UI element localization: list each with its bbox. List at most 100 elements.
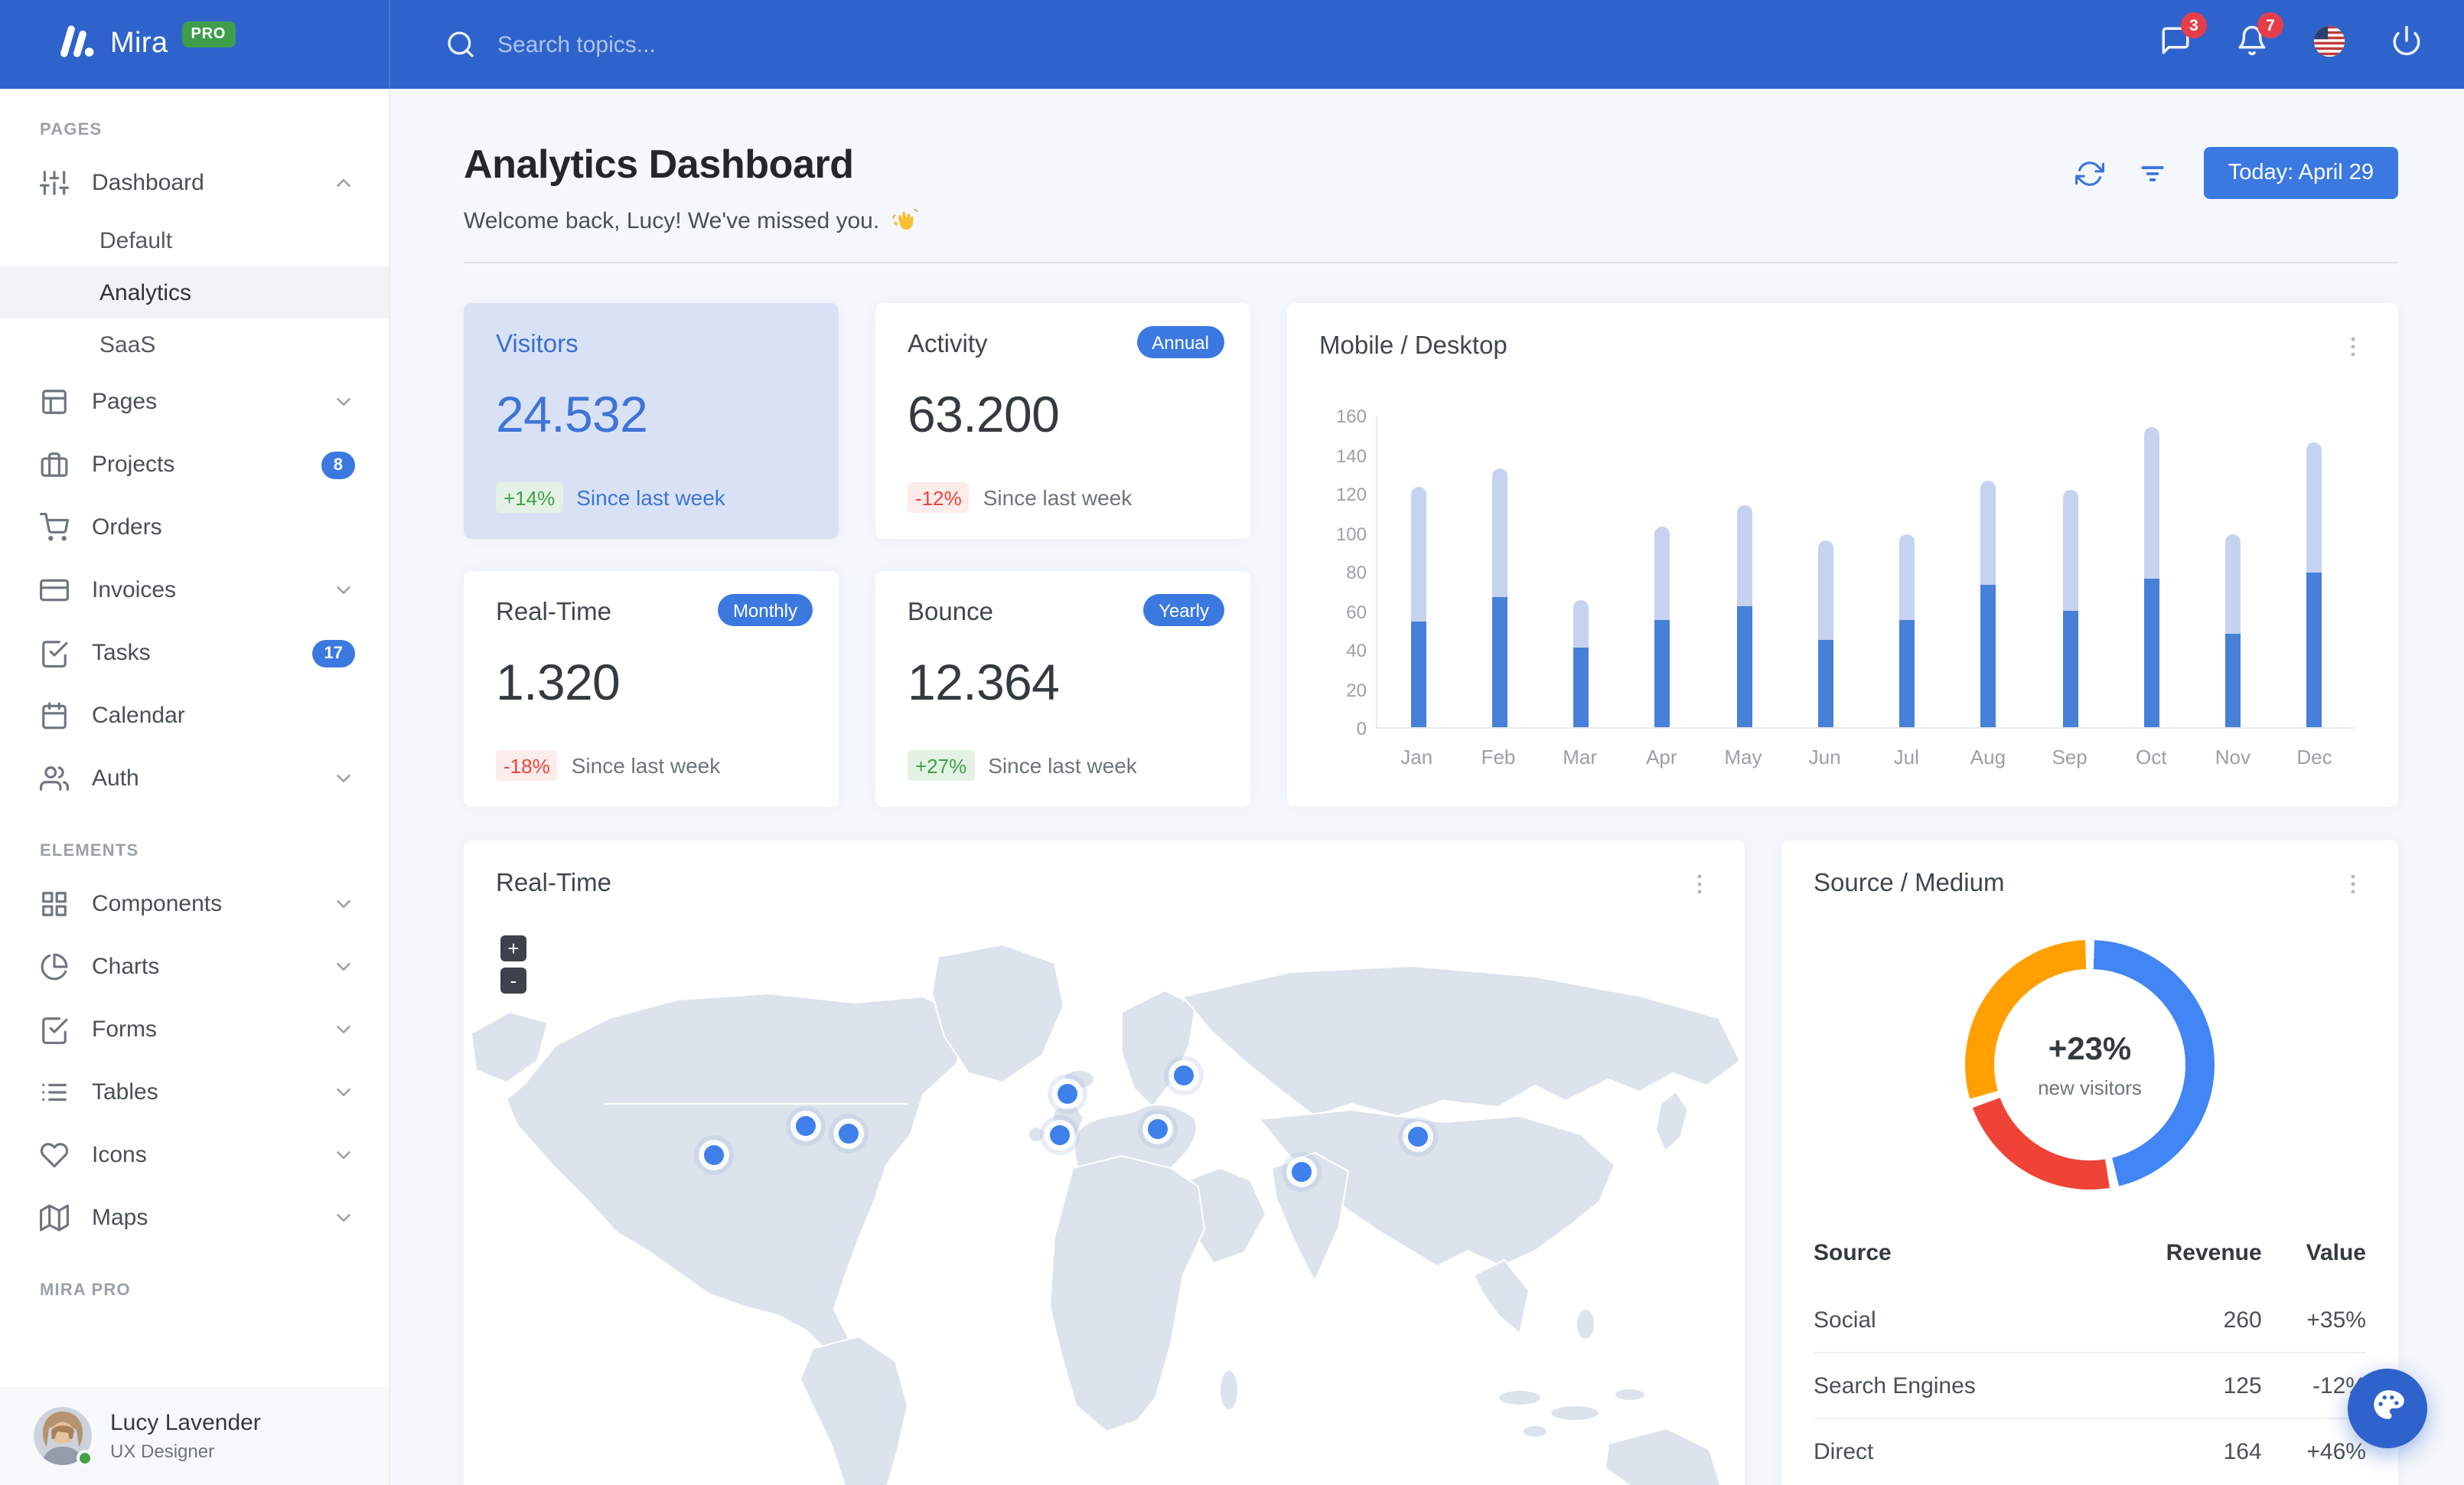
today-button[interactable]: Today: April 29 [2203,147,2398,199]
map-marker[interactable] [703,1144,723,1164]
sidebar-item-dashboard[interactable]: Dashboard [0,152,389,214]
chevron-down-icon [332,1081,355,1104]
sidebar-item-forms[interactable]: Forms [0,998,389,1061]
bar-mar[interactable] [1573,600,1589,727]
check-square-icon [40,1015,69,1044]
map-marker[interactable] [1147,1118,1167,1138]
map-marker[interactable] [1291,1161,1311,1181]
table-row[interactable]: Social 260 +35% [1814,1288,2366,1353]
sidebar-item-tasks[interactable]: Tasks 17 [0,622,389,684]
search-input[interactable] [497,31,987,57]
sidebar-item-projects[interactable]: Projects 8 [0,433,389,496]
sidebar-item-label: Tables [92,1079,158,1105]
credit-card-icon [40,576,69,605]
sidebar-item-auth[interactable]: Auth [0,747,389,810]
notifications-button[interactable]: 7 [2236,12,2283,64]
sidebar-item-saas[interactable]: SaaS [0,318,389,370]
language-flag-button[interactable] [2312,24,2346,65]
stat-caption: Since last week [988,753,1137,778]
sidebar-user[interactable]: Lucy Lavender UX Designer [0,1387,389,1485]
bar-column [1785,416,1867,727]
bounce-card[interactable]: Bounce Yearly 12.364 +27% Since last wee… [875,571,1250,807]
visitors-card[interactable]: Visitors 24.532 +14% Since last week [464,303,839,539]
cell-source: Direct [1814,1418,2096,1483]
bar-jun[interactable] [1817,540,1833,727]
sidebar: PAGES Dashboard Default Analytics SaaS Pages P… [0,89,390,1485]
refresh-icon[interactable] [2075,158,2104,188]
bar-sep[interactable] [2062,489,2078,727]
briefcase-icon [40,450,69,479]
map-zoom-in-button[interactable]: + [500,935,526,961]
sidebar-item-analytics[interactable]: Analytics [0,266,389,318]
chevron-down-icon [332,893,355,915]
bar-jan[interactable] [1410,487,1426,727]
sidebar-item-default[interactable]: Default [0,214,389,266]
stat-cards: Visitors 24.532 +14% Since last week Act… [464,303,1250,807]
activity-card[interactable]: Activity Annual 63.200 -12% Since last w… [875,303,1250,539]
desktop-segment [1817,540,1833,640]
desktop-segment [2143,426,2159,579]
map-marker[interactable] [1057,1083,1077,1103]
sidebar-item-label: Invoices [92,577,177,603]
bar-chart: 0 20 40 60 80 100 120 140 160 Jan Feb Mar Apr May Jun J… [1318,406,2368,784]
y-axis-label: 60 [1346,601,1367,622]
real-time-card[interactable]: Real-Time Monthly 1.320 -18% Since last … [464,571,839,807]
more-menu-icon[interactable] [1687,871,1713,897]
table-row[interactable]: Search Engines 125 -12% [1814,1352,2366,1418]
sidebar-item-maps[interactable]: Maps [0,1186,389,1249]
map-marker[interactable] [795,1115,815,1135]
period-pill[interactable]: Yearly [1143,594,1224,626]
brand[interactable]: Mira PRO [0,0,390,89]
x-axis-label: Dec [2296,746,2332,769]
welcome-text: Welcome back, Lucy! We've missed you. [464,208,880,234]
map-marker[interactable] [1173,1065,1193,1085]
bar-feb[interactable] [1491,468,1507,727]
theme-settings-fab[interactable] [2348,1369,2427,1448]
delta-badge: -18% [496,750,558,781]
sidebar-item-calendar[interactable]: Calendar [0,684,389,747]
bar-dec[interactable] [2306,442,2322,727]
more-menu-icon[interactable] [2340,334,2366,360]
bar-column [1377,416,1459,727]
sidebar-item-orders[interactable]: Orders [0,496,389,559]
sidebar-item-icons[interactable]: Icons [0,1124,389,1186]
period-pill[interactable]: Annual [1136,326,1224,358]
sidebar-item-components[interactable]: Components [0,873,389,935]
logout-button[interactable] [2391,24,2423,64]
stat-value: 1.320 [496,654,621,710]
bar-may[interactable] [1736,504,1752,727]
notifications-badge: 7 [2257,12,2283,38]
map-marker[interactable] [1407,1126,1427,1146]
user-role: UX Designer [110,1441,215,1462]
sidebar-count-badge: 17 [311,639,355,667]
sidebar-item-invoices[interactable]: Invoices [0,559,389,622]
palette-icon [2368,1385,2407,1431]
more-menu-icon[interactable] [2340,871,2366,897]
table-row[interactable]: Direct 164 +46% [1814,1418,2366,1483]
sidebar-item-charts[interactable]: Charts [0,935,389,998]
bar-nov[interactable] [2225,534,2241,727]
search-icon[interactable] [445,29,476,60]
shopping-cart-icon [40,513,69,542]
sidebar-item-pages[interactable]: Pages [0,370,389,433]
filter-icon[interactable] [2138,158,2167,188]
sidebar-item-label: Forms [92,1017,157,1043]
map-zoom-out-button[interactable]: - [500,968,526,994]
bar-jul[interactable] [1899,534,1915,727]
map-marker[interactable] [838,1123,858,1143]
period-pill[interactable]: Monthly [717,594,813,626]
bar-column [2111,416,2193,727]
bar-oct[interactable] [2143,426,2159,727]
card-header: Mobile / Desktop [1287,303,2398,361]
bar-apr[interactable] [1654,526,1670,727]
cell-source: Social [1814,1307,1876,1333]
sidebar-item-tables[interactable]: Tables [0,1061,389,1124]
bar-aug[interactable] [1980,481,1996,727]
messages-button[interactable]: 3 [2159,12,2207,64]
list-icon [40,1078,69,1107]
main-content: Analytics Dashboard Welcome back, Lucy! … [390,89,2464,1485]
x-axis-label: Jul [1893,746,1919,769]
map-marker[interactable] [1049,1124,1069,1144]
world-map[interactable] [464,938,1745,1485]
map-icon [40,1203,69,1232]
